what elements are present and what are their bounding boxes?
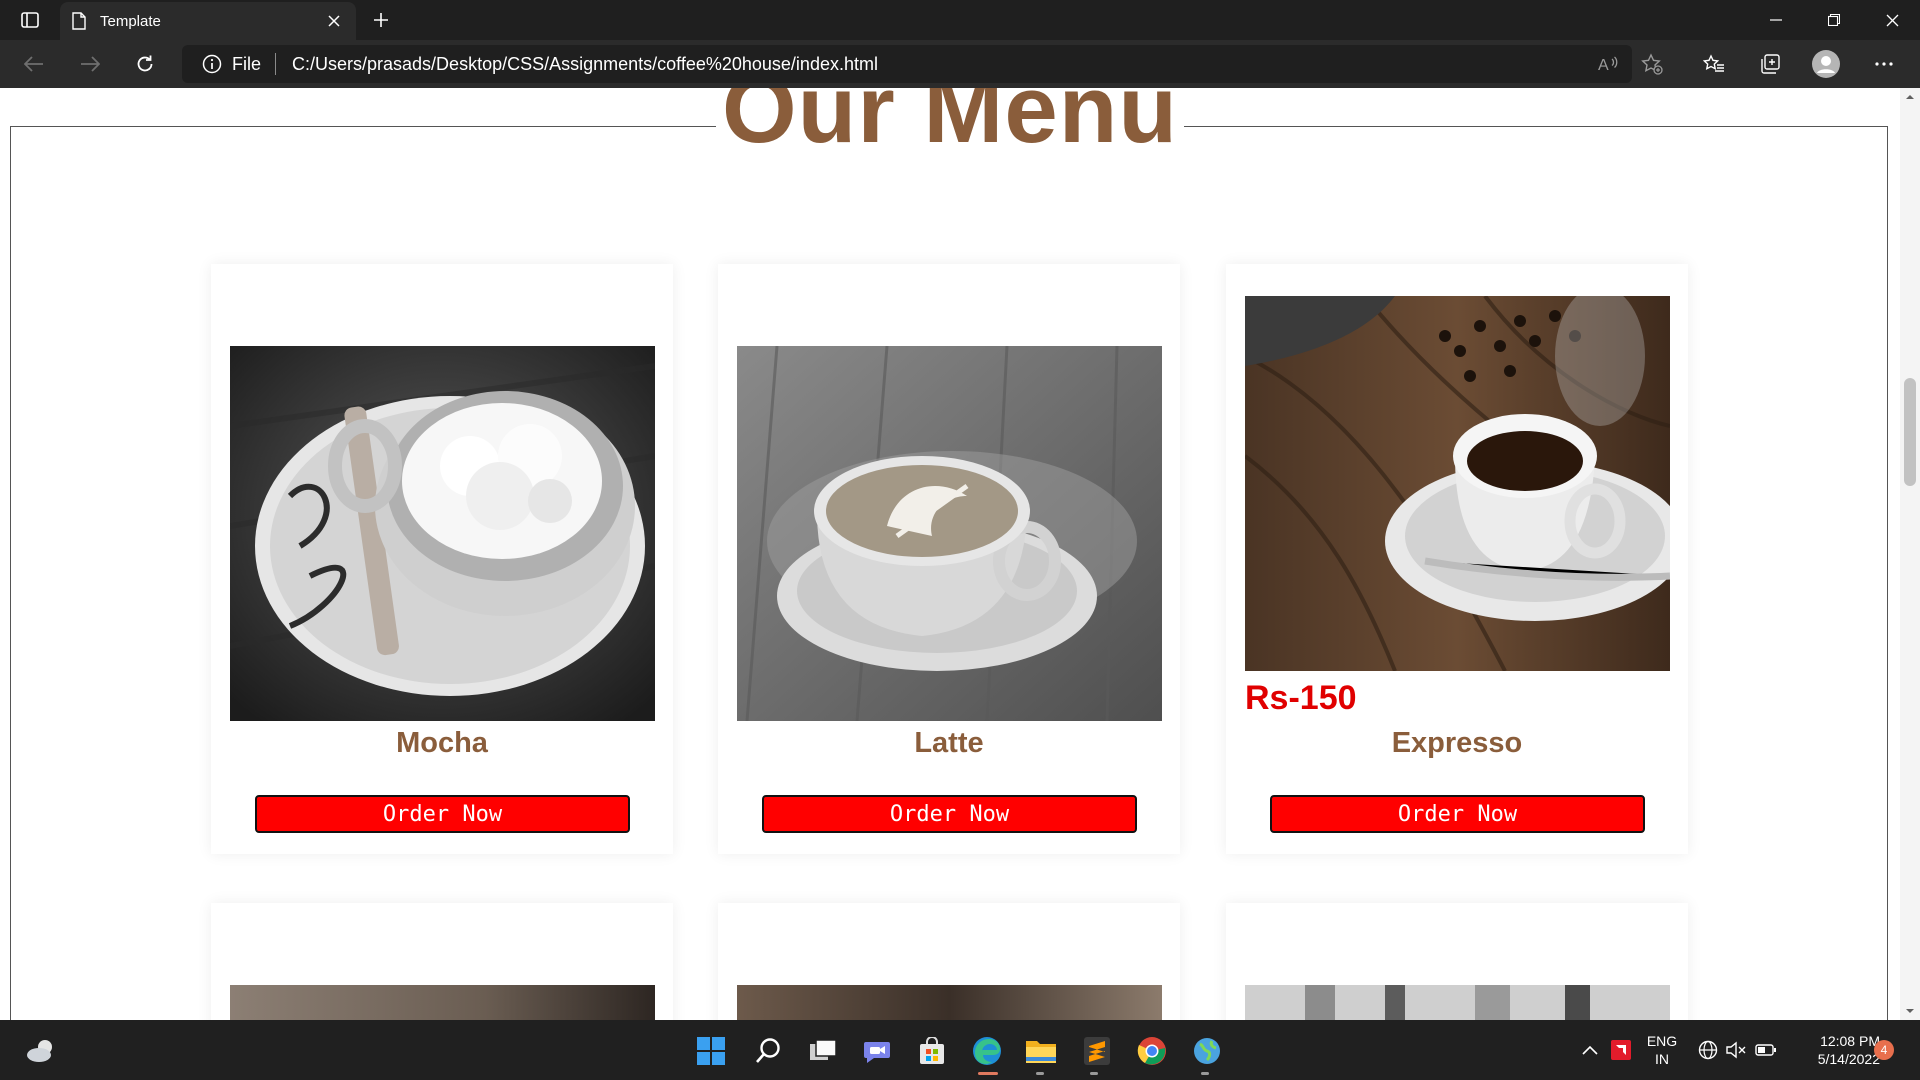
menu-item-image [1245, 985, 1670, 1020]
tab-actions-icon[interactable] [14, 8, 46, 32]
search-icon[interactable] [751, 1034, 785, 1068]
volume-muted-icon[interactable] [1724, 1036, 1748, 1064]
latte-image [737, 346, 1162, 721]
card-price: Rs-150 [1245, 679, 1357, 717]
mocha-image [230, 346, 655, 721]
clock-date: 5/14/2022 [1817, 1051, 1880, 1067]
order-now-button[interactable]: Order Now [255, 795, 630, 833]
network-icon[interactable] [1696, 1036, 1720, 1064]
scroll-thumb[interactable] [1904, 378, 1916, 486]
browser-tab[interactable]: Template [60, 2, 356, 40]
menu-card-row2-1 [211, 903, 673, 1020]
battery-icon[interactable] [1754, 1036, 1778, 1064]
profile-avatar-icon[interactable] [1808, 48, 1844, 80]
menu-card-latte: Latte Order Now [718, 264, 1180, 854]
expresso-image [1245, 296, 1670, 671]
notification-count-badge[interactable]: 4 [1874, 1040, 1894, 1060]
menu-heading: Our Menu [716, 88, 1184, 160]
document-icon [72, 12, 86, 30]
order-now-button[interactable]: Order Now [1270, 795, 1645, 833]
browser-title-bar: Template [0, 0, 1920, 40]
globe-app-icon[interactable] [1190, 1034, 1224, 1068]
input-language[interactable]: ENG IN [1642, 1032, 1682, 1068]
language-code: ENG [1646, 1033, 1678, 1049]
start-icon[interactable] [694, 1034, 728, 1068]
tab-title: Template [100, 12, 161, 30]
page-viewport: Our Menu Mocha Order Now Latte Order Now… [0, 88, 1900, 1020]
menu-card-row2-2 [718, 903, 1180, 1020]
sublime-running-indicator [1090, 1072, 1098, 1075]
read-aloud-icon[interactable]: A [1590, 48, 1626, 80]
chrome-icon[interactable] [1135, 1034, 1169, 1068]
store-icon[interactable] [915, 1034, 949, 1068]
windows-taskbar: ENG IN 12:08 PM 5/14/2022 4 [0, 1020, 1920, 1080]
menu-item-image [737, 985, 1162, 1020]
teams-chat-icon[interactable] [860, 1034, 894, 1068]
explorer-running-indicator [1036, 1072, 1044, 1075]
menu-card-expresso: Rs-150 Expresso Order Now [1226, 264, 1688, 854]
new-tab-icon[interactable] [366, 6, 396, 34]
restore-icon[interactable] [1806, 0, 1862, 40]
favorites-icon[interactable] [1696, 48, 1732, 80]
site-info-icon[interactable] [202, 54, 222, 74]
edge-icon[interactable] [970, 1034, 1004, 1068]
browser-toolbar: File C:/Users/prasads/Desktop/CSS/Assign… [0, 40, 1920, 88]
edge-active-indicator [978, 1072, 998, 1075]
file-explorer-icon[interactable] [1024, 1034, 1058, 1068]
url-text[interactable]: C:/Users/prasads/Desktop/CSS/Assignments… [292, 54, 878, 75]
region-code: IN [1655, 1051, 1669, 1067]
order-now-button[interactable]: Order Now [762, 795, 1137, 833]
svg-text:A: A [1598, 57, 1609, 73]
url-scheme-label: File [232, 53, 262, 74]
scroll-down-icon[interactable] [1905, 1006, 1915, 1016]
scroll-up-icon[interactable] [1905, 92, 1915, 102]
close-window-icon[interactable] [1864, 0, 1920, 40]
page-scrollbar[interactable] [1900, 88, 1920, 1020]
globe-running-indicator [1201, 1072, 1209, 1075]
back-icon[interactable] [16, 48, 52, 80]
forward-icon[interactable] [72, 48, 108, 80]
task-view-icon[interactable] [806, 1034, 840, 1068]
tab-close-icon[interactable] [324, 11, 344, 31]
refresh-icon[interactable] [127, 48, 163, 80]
collections-icon[interactable] [1752, 48, 1788, 80]
show-hidden-icons-chevron-up-icon[interactable] [1578, 1036, 1602, 1064]
menu-card-mocha: Mocha Order Now [211, 264, 673, 854]
menu-card-row2-3 [1226, 903, 1688, 1020]
menu-item-image [230, 985, 655, 1020]
menu-heading-wrap: Our Menu [0, 88, 1900, 160]
clock-time: 12:08 PM [1820, 1033, 1880, 1049]
sublime-text-icon[interactable] [1080, 1034, 1114, 1068]
address-bar[interactable]: File C:/Users/prasads/Desktop/CSS/Assign… [182, 45, 1632, 83]
add-favorite-icon[interactable] [1634, 48, 1670, 80]
card-item-name: Expresso [1391, 727, 1523, 759]
card-item-name: Latte [914, 727, 984, 759]
clock[interactable]: 12:08 PM 5/14/2022 [1792, 1032, 1880, 1068]
card-item-name: Mocha [396, 727, 488, 759]
url-separator [275, 53, 277, 75]
weather-widget-icon[interactable] [24, 1034, 58, 1068]
amd-tray-icon[interactable] [1608, 1036, 1634, 1064]
settings-more-icon[interactable] [1866, 48, 1902, 80]
minimize-icon[interactable] [1748, 0, 1804, 40]
